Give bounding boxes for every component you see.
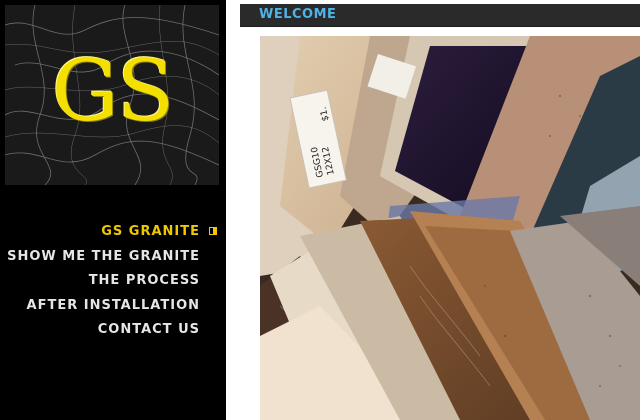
granite-samples-illustration: GSG10 12X12 $1. (260, 36, 640, 420)
hero-image-granite-samples: GSG10 12X12 $1. (260, 36, 640, 420)
main-nav: GS GRANITE SHOW ME THE GRANITE THE PROCE… (0, 222, 226, 345)
nav-item-gs-granite[interactable]: GS GRANITE (0, 222, 226, 247)
welcome-header-bar: WELCOME (240, 4, 640, 27)
nav-item-the-process[interactable]: THE PROCESS (0, 271, 226, 296)
page-title: WELCOME (259, 7, 337, 22)
nav-item-label: AFTER INSTALLATION (26, 297, 200, 313)
sidebar: GS GS GRANITE SHOW ME THE GRANITE THE PR… (0, 0, 226, 420)
nav-item-contact-us[interactable]: CONTACT US (0, 320, 226, 345)
active-indicator-icon (209, 227, 217, 235)
site-logo[interactable]: GS (5, 5, 219, 185)
logo-text: GS (51, 42, 175, 140)
nav-item-show-me-the-granite[interactable]: SHOW ME THE GRANITE (0, 247, 226, 272)
nav-item-label: GS GRANITE (101, 224, 200, 239)
nav-item-label: THE PROCESS (88, 273, 200, 288)
nav-item-after-installation[interactable]: AFTER INSTALLATION (0, 296, 226, 321)
nav-item-label: CONTACT US (97, 322, 200, 337)
page: GS GS GRANITE SHOW ME THE GRANITE THE PR… (0, 0, 640, 420)
nav-item-label: SHOW ME THE GRANITE (7, 248, 200, 264)
